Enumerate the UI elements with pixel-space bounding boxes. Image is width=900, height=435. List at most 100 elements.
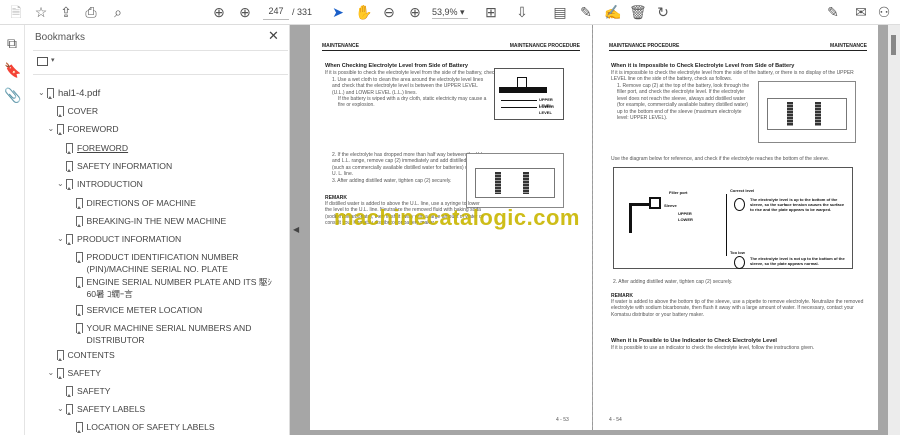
bookmark-icon: [75, 216, 83, 227]
prev-page-icon[interactable]: ⊕: [211, 4, 227, 20]
pages-thumbnail-icon[interactable]: ⧉: [4, 35, 20, 51]
fill-sign-icon[interactable]: ✎: [825, 4, 841, 20]
star-icon[interactable]: ☆: [33, 4, 49, 20]
bookmark-label: SAFETY: [77, 386, 111, 396]
bookmark-item[interactable]: SAFETY INFORMATION: [66, 160, 273, 172]
bookmark-item[interactable]: ⌄ FOREWORD: [48, 123, 274, 135]
next-page-icon[interactable]: ⊕: [237, 4, 253, 20]
bookmark-item[interactable]: DIRECTIONS OF MACHINE: [75, 197, 274, 209]
filler-port-figure: [758, 81, 856, 143]
bookmark-label: PRODUCT INFORMATION: [77, 234, 182, 244]
bookmark-item[interactable]: SERVICE METER LOCATION: [75, 304, 274, 316]
page-number-input[interactable]: 247: [263, 6, 289, 20]
section-heading: When it is Impossible to Check Electroly…: [611, 63, 795, 69]
lower-label: LOWER: [678, 217, 693, 222]
bookmark-item[interactable]: BREAKING-IN THE NEW MACHINE: [75, 215, 274, 227]
bookmark-label: SAFETY INFORMATION: [77, 161, 173, 171]
bookmark-label: CONTENTS: [67, 350, 115, 360]
document-scrollbar[interactable]: [888, 25, 900, 435]
delete-icon[interactable]: 🗑: [629, 4, 647, 20]
step-2: 2. After adding distilled water, tighten…: [613, 279, 733, 285]
bookmark-panel-icon[interactable]: 🔖: [4, 62, 21, 78]
zoom-select[interactable]: 53,9% ▾: [432, 7, 468, 19]
step-1: 1. Use a wet cloth to clean the area aro…: [332, 77, 484, 96]
left-nav-rail: ⧉ 🔖 📎: [0, 25, 25, 435]
bookmark-icon: [66, 386, 73, 397]
bookmark-label: SAFETY LABELS: [77, 404, 146, 414]
chevron-down-icon[interactable]: ⌄: [38, 87, 45, 99]
bookmark-item[interactable]: ⌄ SAFETY LABELS: [57, 403, 273, 415]
bookmark-item[interactable]: ⌄ SAFETY: [48, 367, 274, 379]
bookmark-item[interactable]: ⌄ hal1-4.pdf: [38, 87, 273, 100]
sleeve-label: Sleeve: [664, 203, 677, 208]
chevron-down-icon[interactable]: ▾: [51, 56, 55, 64]
bookmark-icon: [66, 404, 73, 415]
bookmark-item[interactable]: LOCATION OF SAFETY LABELS: [75, 421, 274, 433]
page-right: MAINTENANCE PROCEDURE MAINTENANCE When it…: [593, 25, 878, 430]
hand-tool-icon[interactable]: ✋: [355, 4, 372, 20]
panel-title: Bookmarks: [35, 32, 86, 43]
step-1: 1. Remove cap (2) at the top of the batt…: [617, 83, 750, 122]
bookmark-icon: [75, 323, 83, 334]
bookmark-item[interactable]: SAFETY: [66, 385, 273, 397]
collapse-panel-icon[interactable]: ◀: [293, 225, 299, 234]
bookmark-icon: [75, 277, 83, 288]
bookmark-label: FOREWORD: [77, 143, 129, 153]
bookmark-label: SAFETY: [67, 368, 101, 378]
search-icon[interactable]: ⌕: [110, 4, 126, 20]
bookmark-item[interactable]: ENGINE SERIAL NUMBER PLATE AND ITS 駆ｼ60暑…: [75, 276, 274, 300]
bookmark-label: COVER: [67, 106, 99, 116]
bookmark-item[interactable]: ⌄ INTRODUCTION: [57, 178, 273, 190]
fit-page-icon[interactable]: ⊞: [483, 4, 499, 20]
correct-level-text: The electrolyte level is up to the botto…: [750, 197, 845, 212]
too-low-text: The electrolyte level is not up to the b…: [750, 256, 845, 266]
bookmark-item[interactable]: COVER: [56, 105, 274, 117]
chevron-down-icon[interactable]: ⌄: [57, 403, 64, 415]
scroll-mode-icon[interactable]: ⇩: [514, 4, 530, 20]
toolbar: 🗎 ☆ ⇪ ⎙ ⌕ ⊕ ⊕ 247 / 331 ➤ ✋ ⊖ ⊕ 53,9% ▾ …: [0, 0, 900, 25]
bookmark-icon: [75, 252, 83, 263]
bookmark-label: ENGINE SERIAL NUMBER PLATE AND ITS 駆ｼ60暑…: [86, 277, 272, 299]
bookmark-item[interactable]: PRODUCT IDENTIFICATION NUMBER (PIN)/MACH…: [75, 251, 274, 275]
page-number: 4 - 54: [609, 417, 622, 423]
page-number: 4 - 53: [556, 417, 569, 423]
save-icon[interactable]: 🗎: [8, 4, 24, 20]
chevron-down-icon[interactable]: ⌄: [48, 123, 55, 135]
paragraph: If it is possible to use an indicator to…: [611, 345, 815, 351]
chevron-down-icon: ▾: [460, 7, 465, 17]
bookmark-icon: [56, 124, 64, 135]
bookmark-icon: [47, 88, 54, 99]
chevron-down-icon[interactable]: ⌄: [57, 178, 64, 190]
close-icon[interactable]: ✕: [268, 28, 279, 44]
header-left: MAINTENANCE PROCEDURE: [609, 43, 680, 49]
page-header: MAINTENANCE PROCEDURE MAINTENANCE: [609, 43, 867, 51]
bookmark-options-icon[interactable]: [37, 57, 48, 66]
zoom-in-icon[interactable]: ⊕: [407, 4, 423, 20]
comment-icon[interactable]: ▤: [552, 4, 568, 20]
bookmark-item[interactable]: FOREWORD: [66, 142, 273, 154]
bookmark-item[interactable]: CONTENTS: [56, 349, 274, 361]
zoom-out-icon[interactable]: ⊖: [381, 4, 397, 20]
bookmark-item[interactable]: YOUR MACHINE SERIAL NUMBERS AND DISTRIBU…: [75, 322, 274, 346]
correct-level-label: Correct level: [730, 188, 755, 193]
section-heading: When it is Possible to Use Indicator to …: [611, 338, 777, 344]
add-user-icon[interactable]: ⚇: [876, 4, 892, 20]
bookmark-item[interactable]: ⌄ PRODUCT INFORMATION: [57, 233, 273, 245]
rotate-icon[interactable]: ↻: [655, 4, 671, 20]
bookmark-label: PRODUCT IDENTIFICATION NUMBER (PIN)/MACH…: [86, 252, 239, 274]
sign-icon[interactable]: ✍: [604, 4, 621, 20]
header-right: MAINTENANCE: [830, 43, 867, 49]
select-cursor-icon[interactable]: ➤: [330, 4, 346, 20]
upload-cloud-icon[interactable]: ⇪: [58, 4, 74, 20]
email-icon[interactable]: ✉: [853, 4, 869, 20]
battery-cap-figure: [466, 153, 564, 208]
bookmark-label: SERVICE METER LOCATION: [86, 305, 203, 315]
bookmark-icon: [56, 106, 64, 117]
attachment-icon[interactable]: 📎: [4, 87, 21, 103]
too-low-icon: [734, 256, 745, 269]
electrolyte-diagram: Filler port Sleeve UPPER LOWER Correct l…: [613, 167, 853, 269]
print-icon[interactable]: ⎙: [83, 4, 99, 20]
chevron-down-icon[interactable]: ⌄: [48, 367, 55, 379]
chevron-down-icon[interactable]: ⌄: [57, 233, 64, 245]
highlight-pen-icon[interactable]: ✎: [578, 4, 594, 20]
